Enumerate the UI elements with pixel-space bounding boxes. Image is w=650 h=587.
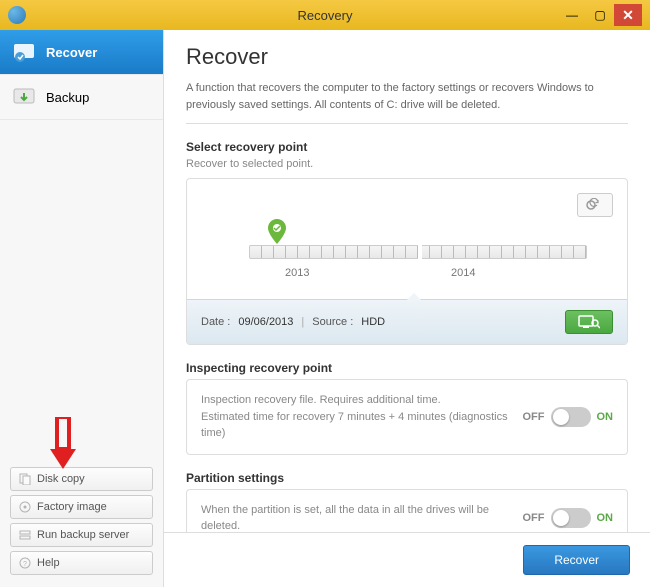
app-icon (8, 6, 26, 24)
timeline-year-a: 2013 (285, 267, 309, 279)
factory-image-button[interactable]: Factory image (10, 495, 153, 519)
recovery-point-title: Select recovery point (186, 140, 628, 154)
date-label: Date : (201, 316, 230, 328)
inspect-off-label: OFF (523, 411, 545, 423)
partition-text: When the partition is set, all the data … (201, 502, 511, 533)
recover-icon (12, 40, 36, 64)
nav-backup[interactable]: Backup (0, 75, 163, 120)
timeline-year-b: 2014 (451, 267, 475, 279)
inspect-row: Inspection recovery file. Requires addit… (186, 379, 628, 455)
partition-off-label: OFF (523, 512, 545, 524)
refresh-icon (586, 198, 604, 212)
partition-toggle[interactable] (551, 508, 591, 528)
page-heading: Recover (186, 44, 628, 70)
page-description: A function that recovers the computer to… (186, 80, 628, 124)
run-backup-server-button[interactable]: Run backup server (10, 523, 153, 547)
timeline-refresh-button[interactable] (577, 193, 613, 217)
recovery-point-subtitle: Recover to selected point. (186, 158, 628, 170)
inspect-on-label: ON (597, 411, 614, 423)
recovery-point-panel: 2013 2014 Date : 09/06/2013 | Source : H… (186, 178, 628, 345)
view-button[interactable] (565, 310, 613, 334)
inspect-toggle[interactable] (551, 407, 591, 427)
minimize-button[interactable]: — (558, 4, 586, 26)
maximize-button[interactable]: ▢ (586, 4, 614, 26)
timeline[interactable]: 2013 2014 (187, 179, 627, 299)
inspect-text: Inspection recovery file. Requires addit… (201, 392, 511, 442)
disk-copy-button[interactable]: Disk copy (10, 467, 153, 491)
disk-copy-icon (19, 473, 31, 485)
nav-recover[interactable]: Recover (0, 30, 163, 75)
inspect-title: Inspecting recovery point (186, 361, 628, 375)
date-value: 09/06/2013 (238, 316, 293, 328)
annotation-arrow-icon (46, 417, 80, 473)
sidebar: Recover Backup Disk copy Factory image R… (0, 30, 164, 587)
date-bar: Date : 09/06/2013 | Source : HDD (187, 299, 627, 344)
sidebar-bottom: Disk copy Factory image Run backup serve… (0, 461, 163, 587)
close-button[interactable]: ✕ (614, 4, 642, 26)
factory-image-icon (19, 501, 31, 513)
recover-button[interactable]: Recover (523, 545, 630, 575)
help-button[interactable]: ? Help (10, 551, 153, 575)
nav-recover-label: Recover (46, 45, 97, 60)
window-title: Recovery (298, 8, 353, 23)
monitor-search-icon (578, 315, 600, 329)
content: Recover A function that recovers the com… (164, 30, 650, 587)
backup-icon (12, 85, 36, 109)
partition-row: When the partition is set, all the data … (186, 489, 628, 533)
source-label: Source : (312, 316, 353, 328)
titlebar: Recovery — ▢ ✕ (0, 0, 650, 30)
server-icon (19, 529, 31, 541)
svg-text:?: ? (23, 561, 27, 568)
timeline-pin-icon[interactable] (267, 219, 287, 245)
partition-on-label: ON (597, 512, 614, 524)
timeline-bar[interactable] (249, 245, 587, 259)
footer: Recover (164, 532, 650, 587)
source-value: HDD (361, 316, 385, 328)
help-icon: ? (19, 557, 31, 569)
nav-backup-label: Backup (46, 90, 89, 105)
partition-title: Partition settings (186, 471, 628, 485)
